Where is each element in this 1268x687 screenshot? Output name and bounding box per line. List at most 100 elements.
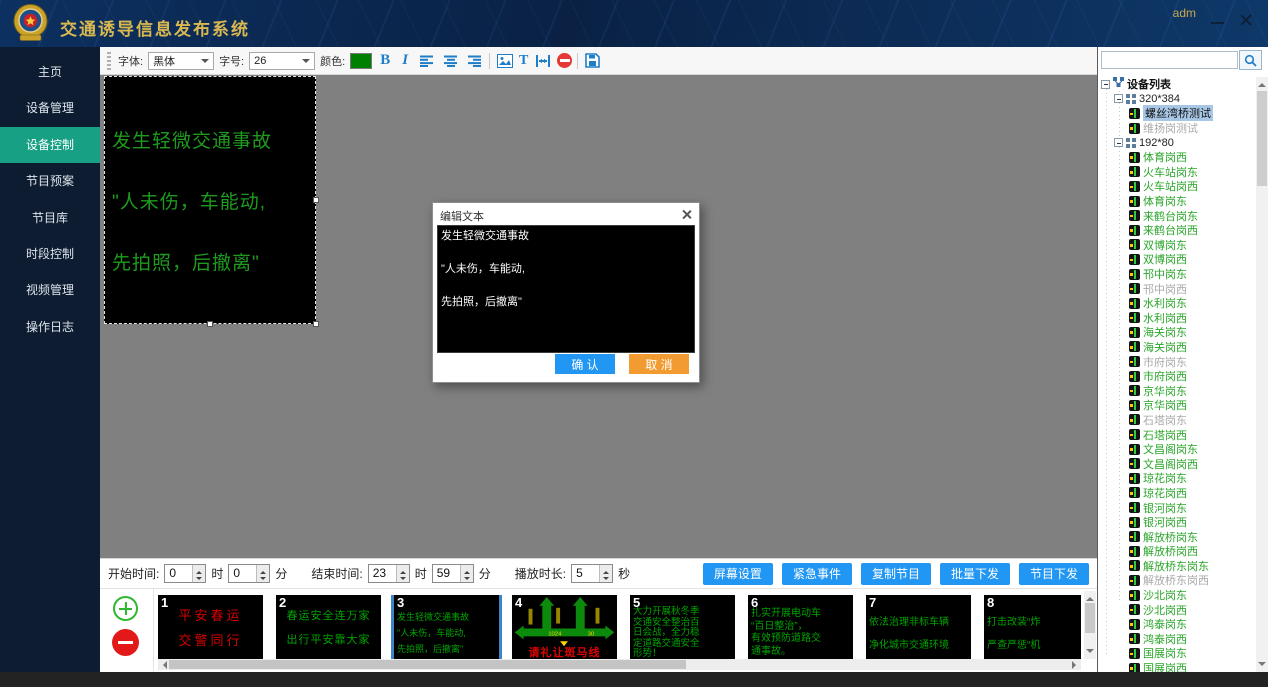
tree-device-item[interactable]: 来鹤台岗西 [1100,223,1255,238]
dialog-close-icon[interactable] [681,209,692,220]
editor-canvas[interactable]: 发生轻微交通事故"人未伤，车能动,先拍照，后撤离" 编辑文本 发生轻微交通事故 … [100,75,1097,558]
stop-forbid-icon[interactable] [557,53,572,68]
minimize-icon[interactable] [1210,13,1226,29]
close-icon[interactable] [1238,12,1254,28]
scroll-right-icon[interactable] [1072,661,1080,669]
confirm-button[interactable]: 确 认 [555,354,615,374]
tree-device-item[interactable]: 鸿泰岗西 [1100,632,1255,647]
resize-handle[interactable] [313,197,319,203]
program-thumb-1[interactable]: 1平安春运交警同行 [158,595,263,660]
tree-device-item[interactable]: 解放桥岗东 [1100,529,1255,544]
tree-device-item[interactable]: 沙北岗西 [1100,602,1255,617]
spin-down-icon[interactable] [193,574,205,583]
scroll-down-icon[interactable] [1086,649,1094,657]
spin-up-icon[interactable] [193,565,205,574]
spin-up-icon[interactable] [397,565,409,574]
tree-device-item[interactable]: 海关岗西 [1100,340,1255,355]
screen-settings-button[interactable]: 屏幕设置 [703,563,773,585]
tree-device-item[interactable]: 国展岗东 [1100,646,1255,661]
collapse-icon[interactable] [1114,94,1123,103]
fit-width-icon[interactable] [533,51,552,70]
scroll-up-icon[interactable] [1086,593,1094,601]
tree-group-192*80[interactable]: 192*80 [1100,135,1255,150]
tree-device-item[interactable]: 体育岗东 [1100,194,1255,209]
duration-stepper[interactable]: 5 [571,564,613,583]
led-preview[interactable]: 发生轻微交通事故"人未伤，车能动,先拍照，后撤离" [104,76,316,324]
program-thumb-5[interactable]: 5大力开展秋冬季交通安全整治百日会战，全力稳定道路交通安全形势！ [630,595,735,660]
program-thumb-8[interactable]: 8打击改装“炸严查严惩“机 [984,595,1081,660]
tree-device-item[interactable]: 邗中岗西 [1100,281,1255,296]
tree-device-item[interactable]: 邗中岗东 [1100,267,1255,282]
tree-device-item[interactable]: 琼花岗西 [1100,486,1255,501]
spin-down-icon[interactable] [257,574,269,583]
emergency-event-button[interactable]: 紧急事件 [782,563,852,585]
scrollbar-thumb[interactable] [1257,91,1267,186]
tree-scrollbar[interactable] [1256,77,1268,672]
batch-send-button[interactable]: 批量下发 [940,563,1010,585]
tree-device-item[interactable]: 国展岗西 [1100,661,1255,672]
vertical-scrollbar[interactable] [1084,591,1096,659]
color-swatch[interactable] [350,53,372,69]
align-left-icon[interactable] [417,51,436,70]
font-select[interactable]: 黑体 [148,52,214,70]
insert-image-icon[interactable] [495,51,514,70]
sidebar-item-program-plan[interactable]: 节目预案 [0,163,100,199]
spin-down-icon[interactable] [600,574,612,583]
tree-device-item[interactable]: 银河岗西 [1100,515,1255,530]
spin-down-icon[interactable] [397,574,409,583]
italic-button[interactable]: I [398,52,412,69]
program-thumb-7[interactable]: 7依法治理非标车辆净化城市交通环境 [866,595,971,660]
tree-device-item[interactable]: 文昌阁岗西 [1100,456,1255,471]
tree-device-item[interactable]: 京华岗西 [1100,398,1255,413]
tree-device-item[interactable]: 水利岗西 [1100,311,1255,326]
cancel-button[interactable]: 取 消 [629,354,689,374]
tree-device-item[interactable]: 海关岗东 [1100,325,1255,340]
program-thumb-3[interactable]: 3发生轻微交通事故"人未伤，车能动,先拍照，后撤离" [394,595,499,660]
tree-device-item[interactable]: 维扬岗测试 [1100,121,1255,136]
sidebar-item-time-control[interactable]: 时段控制 [0,236,100,272]
scroll-up-icon[interactable] [1258,79,1266,87]
tree-device-item[interactable]: 京华岗东 [1100,383,1255,398]
tree-device-item[interactable]: 螺丝湾桥测试 [1100,106,1255,121]
horizontal-scrollbar[interactable] [158,659,1081,670]
font-size-select[interactable]: 26 [249,52,315,70]
tree-device-item[interactable]: 沙北岗东 [1100,588,1255,603]
tree-device-item[interactable]: 石塔岗东 [1100,413,1255,428]
device-search-input[interactable] [1101,51,1238,69]
scrollbar-thumb[interactable] [1085,603,1095,633]
tree-device-item[interactable]: 双博岗东 [1100,238,1255,253]
tree-device-item[interactable]: 市府岗东 [1100,354,1255,369]
spin-up-icon[interactable] [600,565,612,574]
start-hour-stepper[interactable]: 0 [164,564,206,583]
tree-device-item[interactable]: 解放桥东岗东 [1100,559,1255,574]
collapse-icon[interactable] [1101,80,1110,89]
scrollbar-thumb[interactable] [169,660,686,669]
bold-button[interactable]: B [377,52,393,69]
tree-device-item[interactable]: 解放桥岗西 [1100,544,1255,559]
tree-device-item[interactable]: 石塔岗西 [1100,427,1255,442]
tree-device-item[interactable]: 鸿泰岗东 [1100,617,1255,632]
tree-device-item[interactable]: 市府岗西 [1100,369,1255,384]
sidebar-item-device-control[interactable]: 设备控制 [0,127,100,163]
spin-up-icon[interactable] [461,565,473,574]
remove-program-button[interactable] [112,629,139,656]
end-minute-stepper[interactable]: 59 [432,564,474,583]
tree-device-item[interactable]: 火车站岗东 [1100,165,1255,180]
tree-root[interactable]: 设备列表 [1100,77,1255,92]
tree-device-item[interactable]: 来鹤台岗东 [1100,208,1255,223]
end-hour-stepper[interactable]: 23 [368,564,410,583]
tree-device-item[interactable]: 琼花岗东 [1100,471,1255,486]
tree-device-item[interactable]: 火车站岗西 [1100,179,1255,194]
scroll-left-icon[interactable] [159,661,167,669]
add-program-button[interactable] [113,596,138,621]
align-center-icon[interactable] [441,51,460,70]
resize-handle[interactable] [313,321,319,327]
sidebar-item-op-log[interactable]: 操作日志 [0,309,100,345]
tree-group-320*384[interactable]: 320*384 [1100,92,1255,107]
start-minute-stepper[interactable]: 0 [228,564,270,583]
spin-up-icon[interactable] [257,565,269,574]
tree-device-item[interactable]: 文昌阁岗东 [1100,442,1255,457]
search-button[interactable] [1239,50,1262,70]
program-send-button[interactable]: 节目下发 [1019,563,1089,585]
tree-device-item[interactable]: 水利岗东 [1100,296,1255,311]
